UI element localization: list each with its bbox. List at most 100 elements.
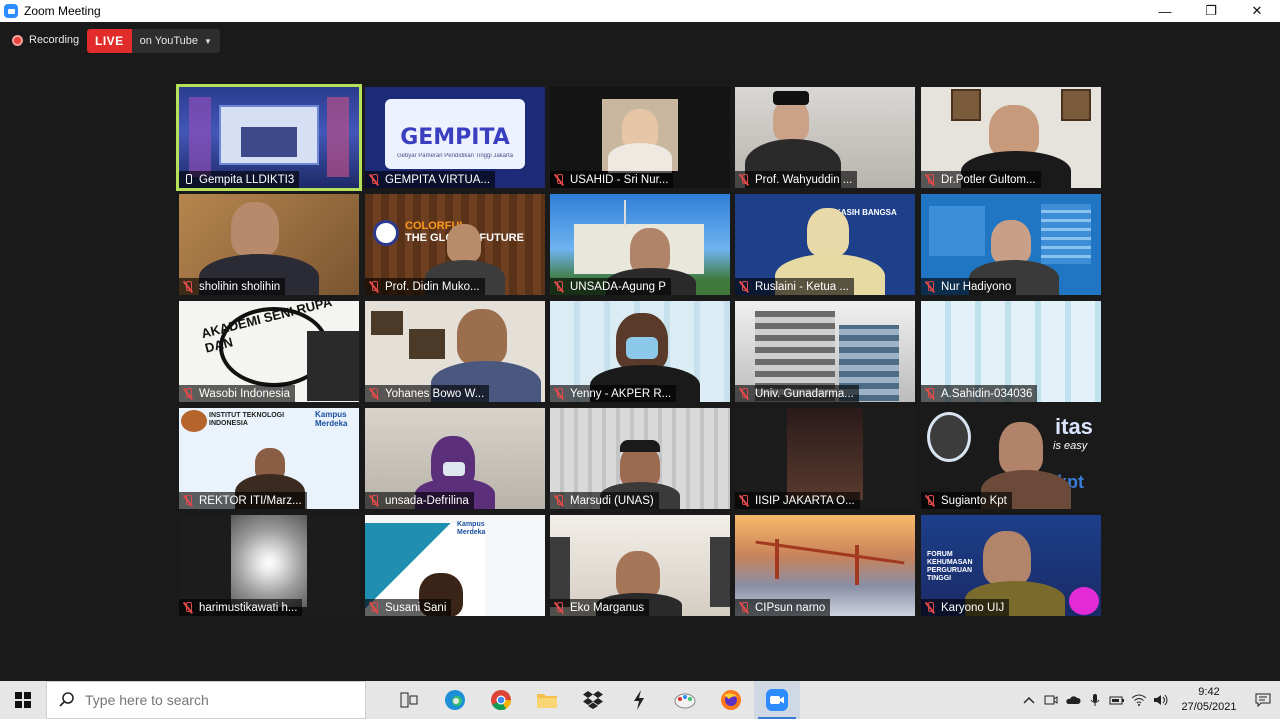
participant-name: A.Sahidin-034036 <box>921 385 1038 402</box>
participant-tile[interactable]: Yenny - AKPER R... <box>550 301 730 402</box>
wifi-icon[interactable] <box>1128 681 1150 719</box>
zoom-app-icon <box>4 4 18 18</box>
taskbar-clock[interactable]: 9:42 27/05/2021 <box>1172 685 1246 715</box>
participant-name: CIPsun narno <box>735 599 831 616</box>
kampus-merdeka-text: Kampus Merdeka <box>457 521 486 536</box>
microphone-muted-icon <box>369 387 379 400</box>
participant-tile[interactable]: Nur Hadiyono <box>921 194 1101 295</box>
participant-name: Nur Hadiyono <box>921 278 1017 295</box>
participant-tile[interactable]: Prof. Wahyuddin ... <box>735 87 915 188</box>
participant-tile[interactable]: harimustikawati h... <box>179 515 359 616</box>
gempita-subtitle: Gebyar Pameran Pendidikan Tinggi Jakarta <box>396 153 514 159</box>
participant-tile[interactable]: Dr.Potler Gultom... <box>921 87 1101 188</box>
participant-tile[interactable]: Yohanes Bowo W... <box>365 301 545 402</box>
participant-tile[interactable]: Gempita LLDIKTI3 <box>176 84 362 191</box>
participant-name: Marsudi (UNAS) <box>550 492 659 509</box>
windows-taskbar: 9:42 27/05/2021 <box>0 681 1280 719</box>
participant-name: Wasobi Indonesia <box>179 385 295 402</box>
participant-tile[interactable]: unsada-Defrilina <box>365 408 545 509</box>
microphone-muted-icon <box>739 601 749 614</box>
taskbar-search[interactable] <box>46 681 366 719</box>
chrome-browser-icon <box>491 690 512 711</box>
iti-name-text: INSTITUT TEKNOLOGI INDONESIA <box>209 412 285 427</box>
taskbar-zoom[interactable] <box>754 681 800 719</box>
participant-name: Gempita LLDIKTI3 <box>179 171 300 188</box>
folder-icon <box>537 694 557 708</box>
live-badge: LIVE <box>87 29 132 53</box>
maximize-button[interactable]: ❐ <box>1188 0 1234 22</box>
microphone-muted-icon <box>183 280 193 293</box>
participant-name: Univ. Gunadarma... <box>735 385 859 402</box>
live-stream-control[interactable]: LIVE on YouTube ▼ <box>87 29 220 53</box>
participant-name: IISIP JAKARTA O... <box>735 492 860 509</box>
participant-name: Eko Marganus <box>550 599 650 616</box>
participant-tile[interactable]: itas is easy kpt Sugianto Kpt <box>921 408 1101 509</box>
recording-indicator[interactable]: Recording <box>12 34 79 46</box>
microphone-muted-icon <box>925 280 935 293</box>
notification-center-button[interactable] <box>1246 681 1280 719</box>
microphone-muted-icon <box>739 494 749 507</box>
clock-time: 9:42 <box>1198 686 1220 698</box>
participant-name: REKTOR ITI/Marz... <box>179 492 307 509</box>
participant-tile[interactable]: UNSADA-Agung P <box>550 194 730 295</box>
start-button[interactable] <box>0 681 46 719</box>
microphone-muted-icon <box>739 387 749 400</box>
participant-tile[interactable]: A.Sahidin-034036 <box>921 301 1101 402</box>
microphone-muted-icon <box>183 601 193 614</box>
microphone-tray-icon[interactable] <box>1084 681 1106 719</box>
battery-icon[interactable] <box>1106 681 1128 719</box>
participant-tile[interactable]: Univ. Gunadarma... <box>735 301 915 402</box>
close-button[interactable]: ✕ <box>1234 0 1280 22</box>
participant-tile[interactable]: Eko Marganus <box>550 515 730 616</box>
taskbar-edge[interactable] <box>432 681 478 719</box>
participant-tile[interactable]: Marsudi (UNAS) <box>550 408 730 509</box>
participant-tile[interactable]: FORUM KEHUMASAN PERGURUAN TINGGI Karyono… <box>921 515 1101 616</box>
paint-palette-icon <box>674 693 696 709</box>
taskbar-chrome[interactable] <box>478 681 524 719</box>
notification-icon <box>1255 693 1271 707</box>
search-icon <box>59 692 74 707</box>
participant-tile[interactable]: AKADEMI SENI RUPA DAN Wasobi Indonesia <box>179 301 359 402</box>
live-destination-label: on YouTube <box>139 35 198 47</box>
microphone-muted-icon <box>554 601 564 614</box>
participant-name: Prof. Didin Muko... <box>365 278 485 295</box>
caret-down-icon: ▼ <box>204 36 212 46</box>
participant-tile[interactable]: COLORFUL THE GLOBAL FUTURE Prof. Didin M… <box>365 194 545 295</box>
meet-now-icon[interactable] <box>1040 681 1062 719</box>
taskbar-firefox[interactable] <box>708 681 754 719</box>
live-destination-dropdown[interactable]: on YouTube ▼ <box>131 29 220 53</box>
forum-kehumasan-text: FORUM KEHUMASAN PERGURUAN TINGGI <box>927 551 973 582</box>
onedrive-cloud-icon[interactable] <box>1062 681 1084 719</box>
taskbar-file-explorer[interactable] <box>524 681 570 719</box>
microphone-muted-icon <box>369 173 379 186</box>
task-view-button[interactable] <box>386 681 432 719</box>
system-tray: 9:42 27/05/2021 <box>1018 681 1280 719</box>
gempita-logo-text: GEMPITA <box>400 125 510 150</box>
participant-tile[interactable]: INSTITUT TEKNOLOGI INDONESIA Kampus Merd… <box>179 408 359 509</box>
minimize-button[interactable]: — <box>1142 0 1188 22</box>
participant-tile[interactable]: USAHID - Sri Nur... <box>550 87 730 188</box>
participant-tile[interactable]: Kampus Merdeka Susani Sani <box>365 515 545 616</box>
microphone-muted-icon <box>369 601 379 614</box>
participant-name: Yohanes Bowo W... <box>365 385 490 402</box>
speaker-volume-icon[interactable] <box>1150 681 1172 719</box>
dropbox-icon <box>583 691 603 709</box>
participant-tile[interactable]: CIPsun narno <box>735 515 915 616</box>
search-input[interactable] <box>85 692 355 708</box>
kampus-merdeka-text: Kampus Merdeka <box>315 410 348 428</box>
participant-tile[interactable]: sholihin sholihin <box>179 194 359 295</box>
recording-label: Recording <box>29 34 80 46</box>
microphone-muted-icon <box>739 280 749 293</box>
participant-name: GEMPITA VIRTUA... <box>365 171 496 188</box>
participant-name: Yenny - AKPER R... <box>550 385 677 402</box>
participant-name: Dr.Potler Gultom... <box>921 171 1041 188</box>
taskbar-dropbox[interactable] <box>570 681 616 719</box>
microphone-icon <box>183 173 193 186</box>
participant-tile[interactable]: GEMPITA Gebyar Pameran Pendidikan Tinggi… <box>365 87 545 188</box>
participant-tile[interactable]: KASIH BANGSA Ruslaini - Ketua ... <box>735 194 915 295</box>
participant-tile[interactable]: IISIP JAKARTA O... <box>735 408 915 509</box>
taskbar-app-paint[interactable] <box>662 681 708 719</box>
microphone-muted-icon <box>369 280 379 293</box>
chevron-up-icon[interactable] <box>1018 681 1040 719</box>
taskbar-app-bolt[interactable] <box>616 681 662 719</box>
